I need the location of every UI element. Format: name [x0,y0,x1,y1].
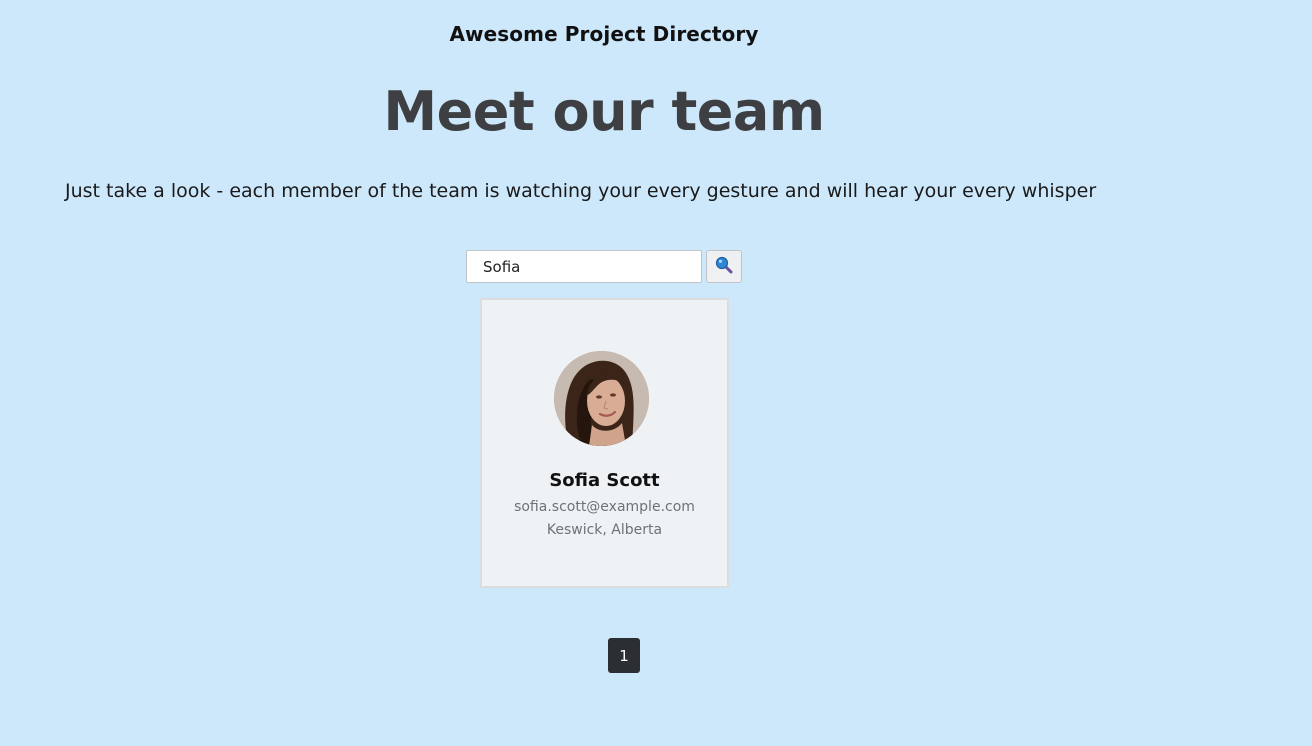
member-location: Keswick, Alberta [546,522,663,538]
member-card[interactable]: Sofia Scott sofia.scott@example.com Kesw… [480,298,729,588]
avatar [554,351,649,446]
search-button[interactable] [706,250,742,283]
search-icon [715,256,733,277]
page-headline: Meet our team [383,80,825,143]
member-name: Sofia Scott [549,470,660,491]
page-button-1[interactable]: 1 [608,638,640,673]
member-email: sofia.scott@example.com [514,499,695,515]
page-tagline: Just take a look - each member of the te… [65,180,1097,202]
search-input[interactable] [466,250,702,283]
app-title: Awesome Project Directory [449,22,759,46]
